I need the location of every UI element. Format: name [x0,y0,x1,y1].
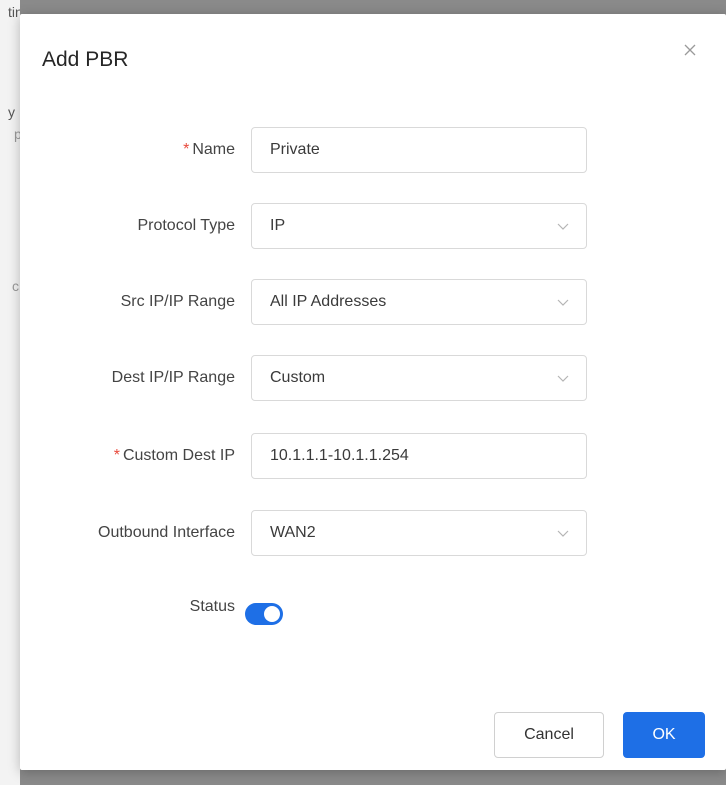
background-text: ting [8,4,20,20]
form-row-name: * Name Private [20,127,726,173]
name-input[interactable]: Private [251,127,587,173]
close-button[interactable] [680,40,700,60]
background-text: y [8,104,15,120]
form-row-protocol-type: Protocol Type IP [20,203,726,249]
form-row-outbound-interface: Outbound Interface WAN2 [20,510,726,556]
dialog-title: Add PBR [42,48,129,71]
close-icon [684,44,696,56]
name-label: * Name [183,141,235,158]
form-row-status: Status [20,584,726,630]
outbound-interface-label: Outbound Interface [98,524,235,541]
form-row-custom-dest-ip: * Custom Dest IP 10.1.1.1-10.1.1.254 [20,433,726,479]
chevron-down-icon [557,375,569,382]
custom-dest-ip-label: * Custom Dest IP [113,447,235,464]
custom-dest-ip-input[interactable]: 10.1.1.1-10.1.1.254 [251,433,587,479]
chevron-down-icon [557,299,569,306]
dest-ip-select[interactable]: Custom [251,355,587,401]
status-toggle[interactable] [245,603,283,625]
ok-button[interactable]: OK [623,712,705,758]
chevron-down-icon [557,223,569,230]
dest-ip-label: Dest IP/IP Range [111,369,235,386]
cancel-button[interactable]: Cancel [494,712,604,758]
status-label: Status [189,598,235,615]
add-pbr-dialog: Add PBR * Name Private Protocol Type IP S… [20,14,726,770]
required-marker: * [183,141,190,158]
required-marker: * [113,447,120,464]
protocol-type-select[interactable]: IP [251,203,587,249]
background-text: c [12,278,19,294]
form-row-src-ip: Src IP/IP Range All IP Addresses [20,279,726,325]
chevron-down-icon [557,530,569,537]
src-ip-select[interactable]: All IP Addresses [251,279,587,325]
outbound-interface-select[interactable]: WAN2 [251,510,587,556]
src-ip-label: Src IP/IP Range [120,293,235,310]
protocol-type-label: Protocol Type [137,217,235,234]
background-page: ting y p c [0,0,20,785]
toggle-knob [264,606,280,622]
form-row-dest-ip: Dest IP/IP Range Custom [20,355,726,401]
